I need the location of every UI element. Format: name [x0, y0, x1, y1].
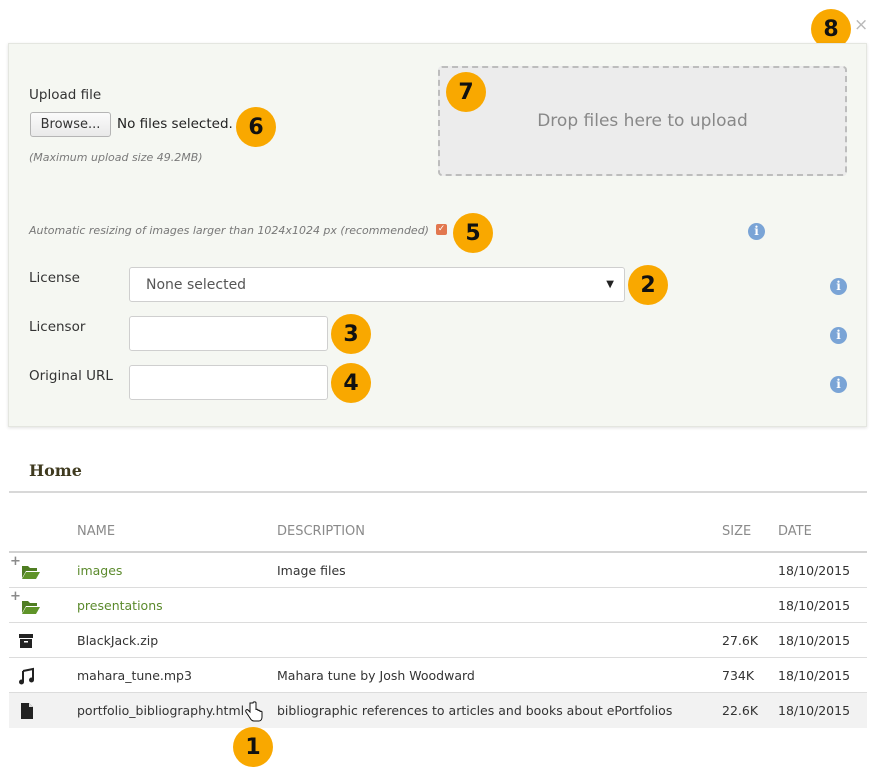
dropdown-arrow-icon: ▼ — [606, 279, 614, 290]
table-row[interactable]: + images Image files 18/10/2015 — [9, 553, 867, 588]
close-icon[interactable]: × — [854, 15, 868, 35]
file-name-link[interactable]: portfolio_bibliography.html — [77, 703, 244, 718]
licensor-input[interactable] — [129, 316, 328, 351]
table-row[interactable]: BlackJack.zip 27.6K 18/10/2015 — [9, 623, 867, 658]
licensor-label: Licensor — [29, 319, 86, 335]
callout-badge-3: 3 — [331, 314, 371, 354]
upload-file-label: Upload file — [29, 87, 102, 103]
license-select[interactable]: None selected ▼ — [129, 267, 625, 302]
file-icon — [21, 703, 33, 719]
column-header-name[interactable]: NAME — [77, 524, 115, 539]
folder-open-icon — [22, 601, 40, 614]
browse-button[interactable]: Browse... — [30, 112, 111, 137]
file-name-link[interactable]: BlackJack.zip — [77, 633, 158, 648]
file-size: 27.6K — [722, 633, 759, 648]
expand-plus-icon[interactable]: + — [10, 555, 21, 568]
column-header-size: SIZE — [722, 524, 752, 539]
auto-resize-checkbox[interactable]: ✓ — [436, 224, 447, 235]
table-row[interactable]: portfolio_bibliography.html bibliographi… — [9, 693, 867, 728]
file-description: Image files — [277, 563, 346, 578]
file-size: 22.6K — [722, 703, 759, 718]
file-date: 18/10/2015 — [778, 633, 851, 648]
file-size: 734K — [722, 668, 755, 683]
divider — [9, 491, 867, 493]
info-icon[interactable]: i — [830, 278, 847, 295]
hand-cursor-icon — [245, 701, 263, 722]
info-icon[interactable]: i — [830, 376, 847, 393]
column-header-date: DATE — [778, 524, 812, 539]
table-row[interactable]: mahara_tune.mp3 Mahara tune by Josh Wood… — [9, 658, 867, 693]
callout-badge-7: 7 — [446, 72, 486, 112]
license-selected-value: None selected — [146, 276, 247, 293]
original-url-input[interactable] — [129, 365, 328, 400]
file-name-link[interactable]: mahara_tune.mp3 — [77, 668, 192, 683]
callout-badge-4: 4 — [331, 363, 371, 403]
original-url-label: Original URL — [29, 368, 113, 384]
column-header-description: DESCRIPTION — [277, 524, 365, 539]
file-name-link[interactable]: images — [77, 563, 122, 578]
file-name-link[interactable]: presentations — [77, 598, 163, 613]
archive-icon — [19, 634, 33, 648]
auto-resize-label: Automatic resizing of images larger than… — [29, 224, 429, 237]
file-description: bibliographic references to articles and… — [277, 703, 673, 718]
folder-title: Home — [29, 461, 82, 480]
callout-badge-2: 2 — [628, 265, 668, 305]
callout-badge-6: 6 — [236, 107, 276, 147]
file-date: 18/10/2015 — [778, 668, 851, 683]
music-icon — [19, 667, 34, 685]
drop-zone[interactable]: Drop files here to upload — [438, 66, 847, 176]
no-files-status: No files selected. — [117, 116, 233, 132]
max-upload-size: (Maximum upload size 49.2MB) — [29, 151, 203, 164]
drop-zone-text: Drop files here to upload — [537, 111, 748, 131]
file-description: Mahara tune by Josh Woodward — [277, 668, 475, 683]
callout-badge-1: 1 — [233, 727, 273, 767]
expand-plus-icon[interactable]: + — [10, 590, 21, 603]
folder-open-icon — [22, 566, 40, 579]
license-label: License — [29, 270, 80, 286]
file-date: 18/10/2015 — [778, 703, 851, 718]
file-date: 18/10/2015 — [778, 598, 851, 613]
info-icon[interactable]: i — [748, 223, 765, 240]
info-icon[interactable]: i — [830, 327, 847, 344]
table-row[interactable]: + presentations 18/10/2015 — [9, 588, 867, 623]
file-date: 18/10/2015 — [778, 563, 851, 578]
callout-badge-5: 5 — [453, 213, 493, 253]
